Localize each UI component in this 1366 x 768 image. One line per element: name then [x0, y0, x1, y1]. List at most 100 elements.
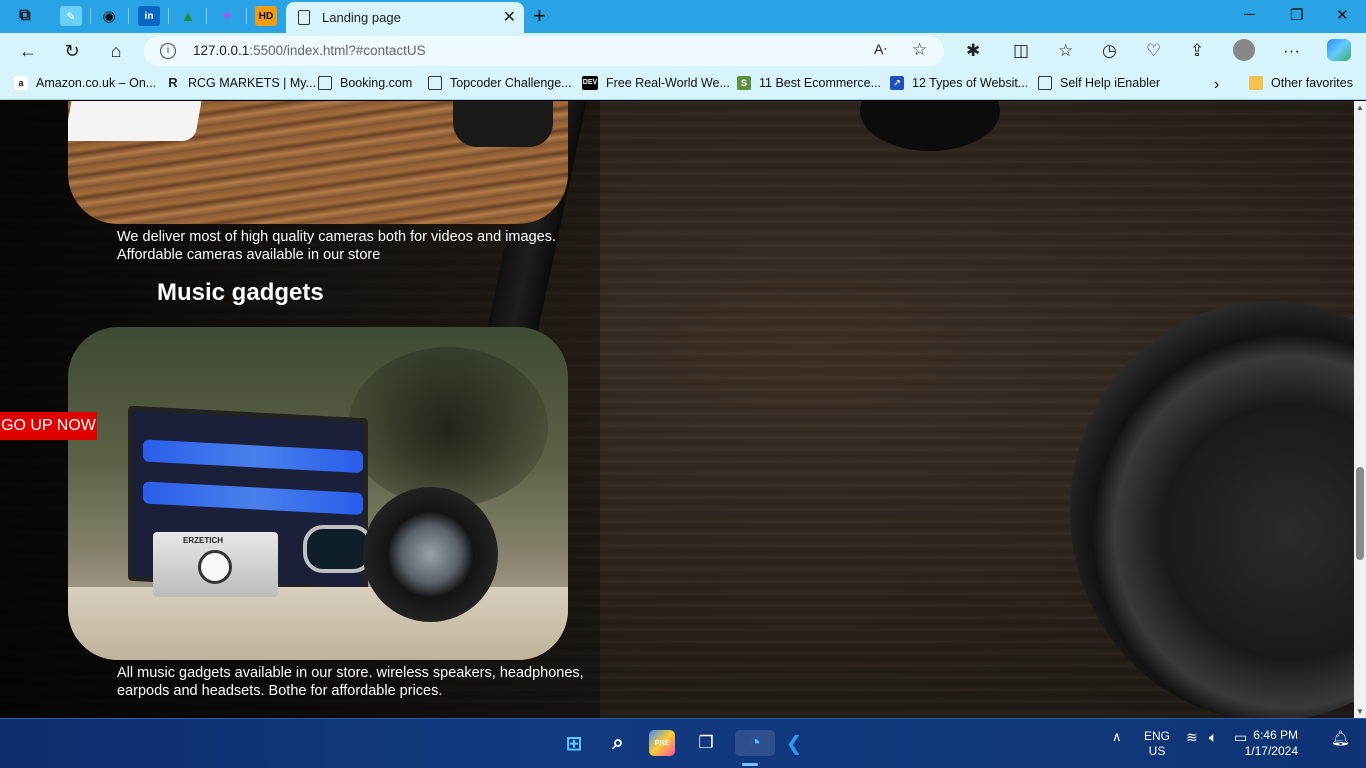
volume-icon[interactable]: 🔈︎: [1209, 729, 1217, 746]
camera-caption-line: Affordable cameras available in our stor…: [117, 247, 381, 263]
chevron-up-icon[interactable]: ∧: [1112, 729, 1122, 745]
favorite-label: Booking.com: [340, 76, 413, 90]
wifi-icon[interactable]: ≋: [1186, 729, 1198, 746]
favorite-item[interactable]: Booking.com: [318, 76, 412, 90]
music-caption: All music gadgets available in our store…: [117, 664, 584, 700]
tab-title: Landing page: [322, 10, 401, 25]
page-scrollbar[interactable]: ▲ ▼: [1354, 101, 1366, 718]
minimize-icon[interactable]: ─: [1244, 6, 1255, 23]
tab-separator: [206, 8, 207, 24]
folder-icon: [1249, 76, 1263, 90]
chart-icon: ↗: [890, 76, 904, 90]
url-path: :5500/index.html?#contactUS: [249, 43, 426, 58]
restore-icon[interactable]: ❐: [1290, 6, 1303, 24]
tab-strip: ⧉ ✎ ◉ in ▲ ✦ HD Landing page ✕ + ─ ❐ ✕: [0, 0, 1366, 33]
browser-essentials-icon[interactable]: ♡: [1146, 41, 1161, 61]
site-info-icon[interactable]: i: [160, 43, 176, 59]
start-icon[interactable]: ⊞: [561, 730, 587, 756]
headphone-cup-shape: [363, 487, 498, 622]
split-screen-icon[interactable]: ◫: [1013, 41, 1029, 61]
music-gadgets-heading: Music gadgets: [157, 279, 324, 306]
language-region: US: [1148, 744, 1166, 758]
workspaces-icon[interactable]: ⧉: [14, 6, 36, 26]
edge-icon[interactable]: ◔: [735, 730, 775, 756]
favorite-item[interactable]: R RCG MARKETS | My...: [166, 75, 316, 91]
page-icon: [1038, 76, 1052, 90]
music-caption-line: earpods and headsets. Bothe for affordab…: [117, 683, 443, 699]
active-app-indicator: [742, 763, 758, 766]
favorite-star-icon[interactable]: ☆: [912, 40, 927, 60]
favorite-label: Free Real-World We...: [606, 76, 730, 90]
rcg-icon: R: [168, 75, 178, 90]
clock-date: 1/17/2024: [1244, 744, 1298, 758]
back-arrow-icon[interactable]: ←: [15, 39, 41, 63]
music-gadgets-image: ERZETICH: [68, 327, 568, 660]
linkedin-icon[interactable]: in: [138, 6, 160, 26]
hd-icon[interactable]: HD: [255, 6, 277, 26]
url-text[interactable]: 127.0.0.1:5500/index.html?#contactUS: [193, 43, 426, 58]
favorite-item[interactable]: ↗ 12 Types of Websit...: [890, 76, 1028, 90]
camera-image: [68, 101, 568, 224]
scroll-up-icon[interactable]: ▲: [1356, 103, 1364, 112]
favorites-icon[interactable]: ☆: [1058, 41, 1073, 61]
clock[interactable]: 6:46 PM 1/17/2024: [1245, 727, 1298, 759]
shopify-icon: S: [737, 76, 751, 90]
share-icon[interactable]: ⇪: [1190, 41, 1204, 61]
favorite-item[interactable]: DEV Free Real-World We...: [582, 76, 730, 90]
plant-shape: [348, 347, 548, 507]
tab-separator: [128, 8, 129, 24]
github-icon[interactable]: ◉: [98, 6, 120, 26]
camera-caption-line: We deliver most of high quality cameras …: [117, 229, 556, 245]
background-headphone: [1070, 301, 1354, 718]
phone-shape: [68, 101, 202, 141]
extensions-icon[interactable]: ✱: [966, 41, 980, 61]
language-code: ENG: [1144, 729, 1171, 743]
more-options-icon[interactable]: ···: [1283, 41, 1300, 61]
tab-separator: [90, 8, 91, 24]
waveform-shape: [143, 481, 363, 516]
clock-time: 6:46 PM: [1253, 728, 1298, 742]
chevron-right-icon[interactable]: ›: [1214, 76, 1219, 94]
amplifier-shape: ERZETICH: [153, 532, 278, 597]
other-favorites-folder[interactable]: Other favorites: [1249, 76, 1353, 90]
dev-icon: DEV: [582, 76, 598, 90]
home-icon[interactable]: ⌂: [103, 39, 129, 63]
favorite-label: Self Help iEnabler: [1060, 76, 1161, 90]
favorite-item[interactable]: Topcoder Challenge...: [428, 76, 572, 90]
search-icon[interactable]: ⌕: [605, 730, 631, 756]
favorite-item[interactable]: S 11 Best Ecommerce...: [737, 76, 881, 90]
vscode-icon[interactable]: ❮: [781, 730, 807, 756]
address-bar[interactable]: i 127.0.0.1:5500/index.html?#contactUS A…: [144, 36, 944, 66]
read-aloud-icon[interactable]: Aᐧ: [874, 41, 887, 58]
url-host: 127.0.0.1: [193, 43, 250, 58]
tab-separator: [246, 8, 247, 24]
background-knob: [860, 101, 1000, 151]
camera-shape: [453, 101, 553, 147]
refresh-icon[interactable]: ↻: [59, 39, 85, 63]
close-window-icon[interactable]: ✕: [1336, 6, 1349, 24]
language-indicator[interactable]: ENG US: [1144, 729, 1170, 759]
amazon-icon: a: [14, 76, 28, 90]
new-tab-button[interactable]: +: [533, 3, 546, 29]
taskbar: ⊞ ⌕ PRE ❐ ◔ ❮ ∧ ENG US ≋ 🔈︎ ▭ 6:46 PM 1/…: [0, 718, 1366, 768]
drive-icon[interactable]: ▲: [177, 6, 199, 26]
page-icon: [428, 76, 442, 90]
profile-avatar[interactable]: [1233, 39, 1255, 61]
favorite-item[interactable]: Self Help iEnabler: [1038, 76, 1160, 90]
favorites-bar: a Amazon.co.uk – On... R RCG MARKETS | My.…: [0, 69, 1366, 100]
tab-landing-page[interactable]: Landing page ✕: [286, 2, 524, 33]
history-icon[interactable]: ◷: [1102, 41, 1117, 61]
figma-icon[interactable]: ✦: [216, 6, 238, 26]
copilot-preview-icon[interactable]: PRE: [649, 730, 675, 756]
notification-bell-icon[interactable]: 🔔︎: [1331, 729, 1350, 747]
scroll-down-icon[interactable]: ▼: [1356, 707, 1364, 716]
copilot-tab-icon[interactable]: ✎: [60, 6, 82, 26]
task-view-icon[interactable]: ❐: [693, 730, 719, 756]
favorite-label: 11 Best Ecommerce...: [759, 76, 882, 90]
go-up-button[interactable]: GO UP NOW: [0, 412, 97, 440]
favorite-item[interactable]: a Amazon.co.uk – On...: [14, 76, 156, 90]
scrollbar-thumb[interactable]: [1356, 467, 1364, 560]
close-tab-icon[interactable]: ✕: [503, 7, 516, 27]
copilot-icon[interactable]: [1327, 39, 1351, 61]
page-icon: [298, 10, 310, 25]
